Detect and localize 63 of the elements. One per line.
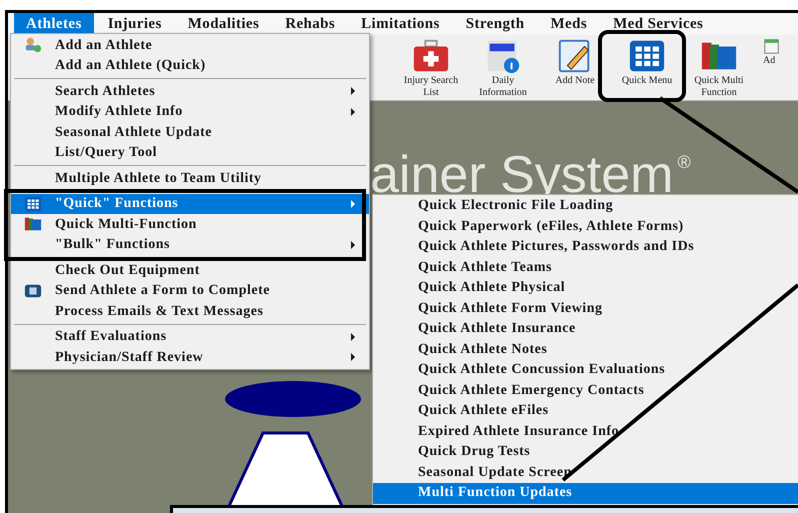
menu-item[interactable]: "Bulk" Functions bbox=[11, 234, 369, 255]
submenu-item[interactable]: Quick Athlete Emergency Contacts bbox=[373, 380, 798, 401]
submenu-item[interactable]: Quick Drug Tests bbox=[373, 442, 798, 462]
grid-icon bbox=[24, 194, 42, 213]
toolbar-button[interactable]: Add Note bbox=[539, 37, 611, 100]
submenu-item[interactable]: Quick Athlete Form Viewing bbox=[373, 298, 798, 319]
submenu-item[interactable]: Quick Electronic File Loading bbox=[373, 196, 798, 216]
menu-item[interactable]: Search Athletes bbox=[11, 81, 369, 102]
menu-item[interactable]: List/Query Tool bbox=[11, 142, 369, 163]
submenu-item[interactable]: Expired Athlete Insurance Info bbox=[373, 422, 798, 442]
menu-item[interactable]: Send Athlete a Form to Complete bbox=[11, 280, 369, 301]
menu-bar-item[interactable]: Modalities bbox=[176, 13, 272, 35]
menu-item[interactable]: Physician/Staff Review bbox=[11, 347, 369, 368]
menu-bar-item[interactable]: Med Services bbox=[601, 13, 716, 35]
books-icon bbox=[24, 215, 42, 234]
menu-item-label: List/Query Tool bbox=[55, 144, 158, 162]
menu-item-label: Search Athletes bbox=[55, 82, 156, 101]
menu-item-label: Physician/Staff Review bbox=[55, 348, 204, 367]
menu-item[interactable]: "Quick" Functions bbox=[11, 194, 369, 214]
toolbar-button[interactable]: Quick Menu bbox=[611, 37, 683, 100]
menu-item[interactable]: Staff Evaluations bbox=[11, 326, 369, 347]
registered-mark: ® bbox=[677, 151, 691, 174]
toolbar-button[interactable]: Ad bbox=[763, 37, 785, 100]
menu-item-label: Seasonal Athlete Update bbox=[55, 124, 213, 142]
toolbar-button[interactable]: Injury Search List bbox=[395, 37, 467, 100]
submenu-item[interactable]: Quick Athlete Pictures, Passwords and IDs bbox=[373, 237, 798, 258]
menu-item[interactable]: Modify Athlete Info bbox=[11, 102, 369, 122]
menu-bar-item[interactable]: Rehabs bbox=[273, 13, 348, 35]
menu-item[interactable]: Check Out Equipment bbox=[11, 260, 369, 280]
submenu-item[interactable]: Multi Function Updates bbox=[373, 483, 798, 504]
people-icon bbox=[24, 36, 42, 54]
menu-bar-item[interactable]: Meds bbox=[538, 13, 600, 35]
submenu-item[interactable]: Quick Athlete eFiles bbox=[373, 401, 798, 422]
menu-item-label: Send Athlete a Form to Complete bbox=[55, 282, 271, 300]
menu-item-label: Add an Athlete bbox=[55, 36, 154, 55]
menu-item[interactable]: Add an Athlete (Quick) bbox=[11, 56, 369, 76]
menu-item[interactable]: Seasonal Athlete Update bbox=[11, 122, 369, 142]
menu-item[interactable]: Multiple Athlete to Team Utility bbox=[11, 168, 369, 188]
menu-item-label: Quick Multi-Function bbox=[55, 216, 198, 234]
menu-bar-item[interactable]: Strength bbox=[454, 13, 536, 35]
toolbar-button[interactable]: Quick Multi Function bbox=[683, 37, 755, 100]
submenu-item[interactable]: Quick Athlete Physical bbox=[373, 278, 798, 298]
submenu-item[interactable]: Quick Paperwork (eFiles, Athlete Forms) bbox=[373, 216, 798, 237]
menu-item-label: Add an Athlete (Quick) bbox=[55, 57, 207, 76]
menu-item-label: Staff Evaluations bbox=[55, 328, 168, 346]
menu-bar-item[interactable]: Athletes bbox=[14, 13, 94, 35]
submenu-item[interactable]: Quick Athlete Notes bbox=[373, 340, 798, 360]
submenu-item[interactable]: Quick Athlete Insurance bbox=[373, 319, 798, 340]
submenu-item[interactable]: Quick Athlete Concussion Evaluations bbox=[373, 360, 798, 380]
menu-item-label: Check Out Equipment bbox=[55, 262, 201, 280]
menu-item-label: "Quick" Functions bbox=[55, 195, 180, 214]
menu-item[interactable]: Add an Athlete bbox=[11, 35, 369, 56]
menu-item-label: Process Emails & Text Messages bbox=[55, 302, 264, 321]
menu-bar-item[interactable]: Injuries bbox=[96, 13, 174, 35]
form-icon bbox=[24, 282, 42, 300]
menu-item[interactable]: Quick Multi-Function bbox=[11, 214, 369, 234]
menu-item-label: Multiple Athlete to Team Utility bbox=[55, 170, 263, 188]
menu-item-label: "Bulk" Functions bbox=[55, 236, 171, 254]
toolbar-button[interactable]: Daily Information bbox=[467, 37, 539, 100]
menu-item-label: Modify Athlete Info bbox=[55, 103, 184, 122]
menu-bar-item[interactable]: Limitations bbox=[349, 13, 452, 35]
menu-item[interactable]: Process Emails & Text Messages bbox=[11, 301, 369, 322]
submenu-item[interactable]: Quick Athlete Teams bbox=[373, 258, 798, 278]
